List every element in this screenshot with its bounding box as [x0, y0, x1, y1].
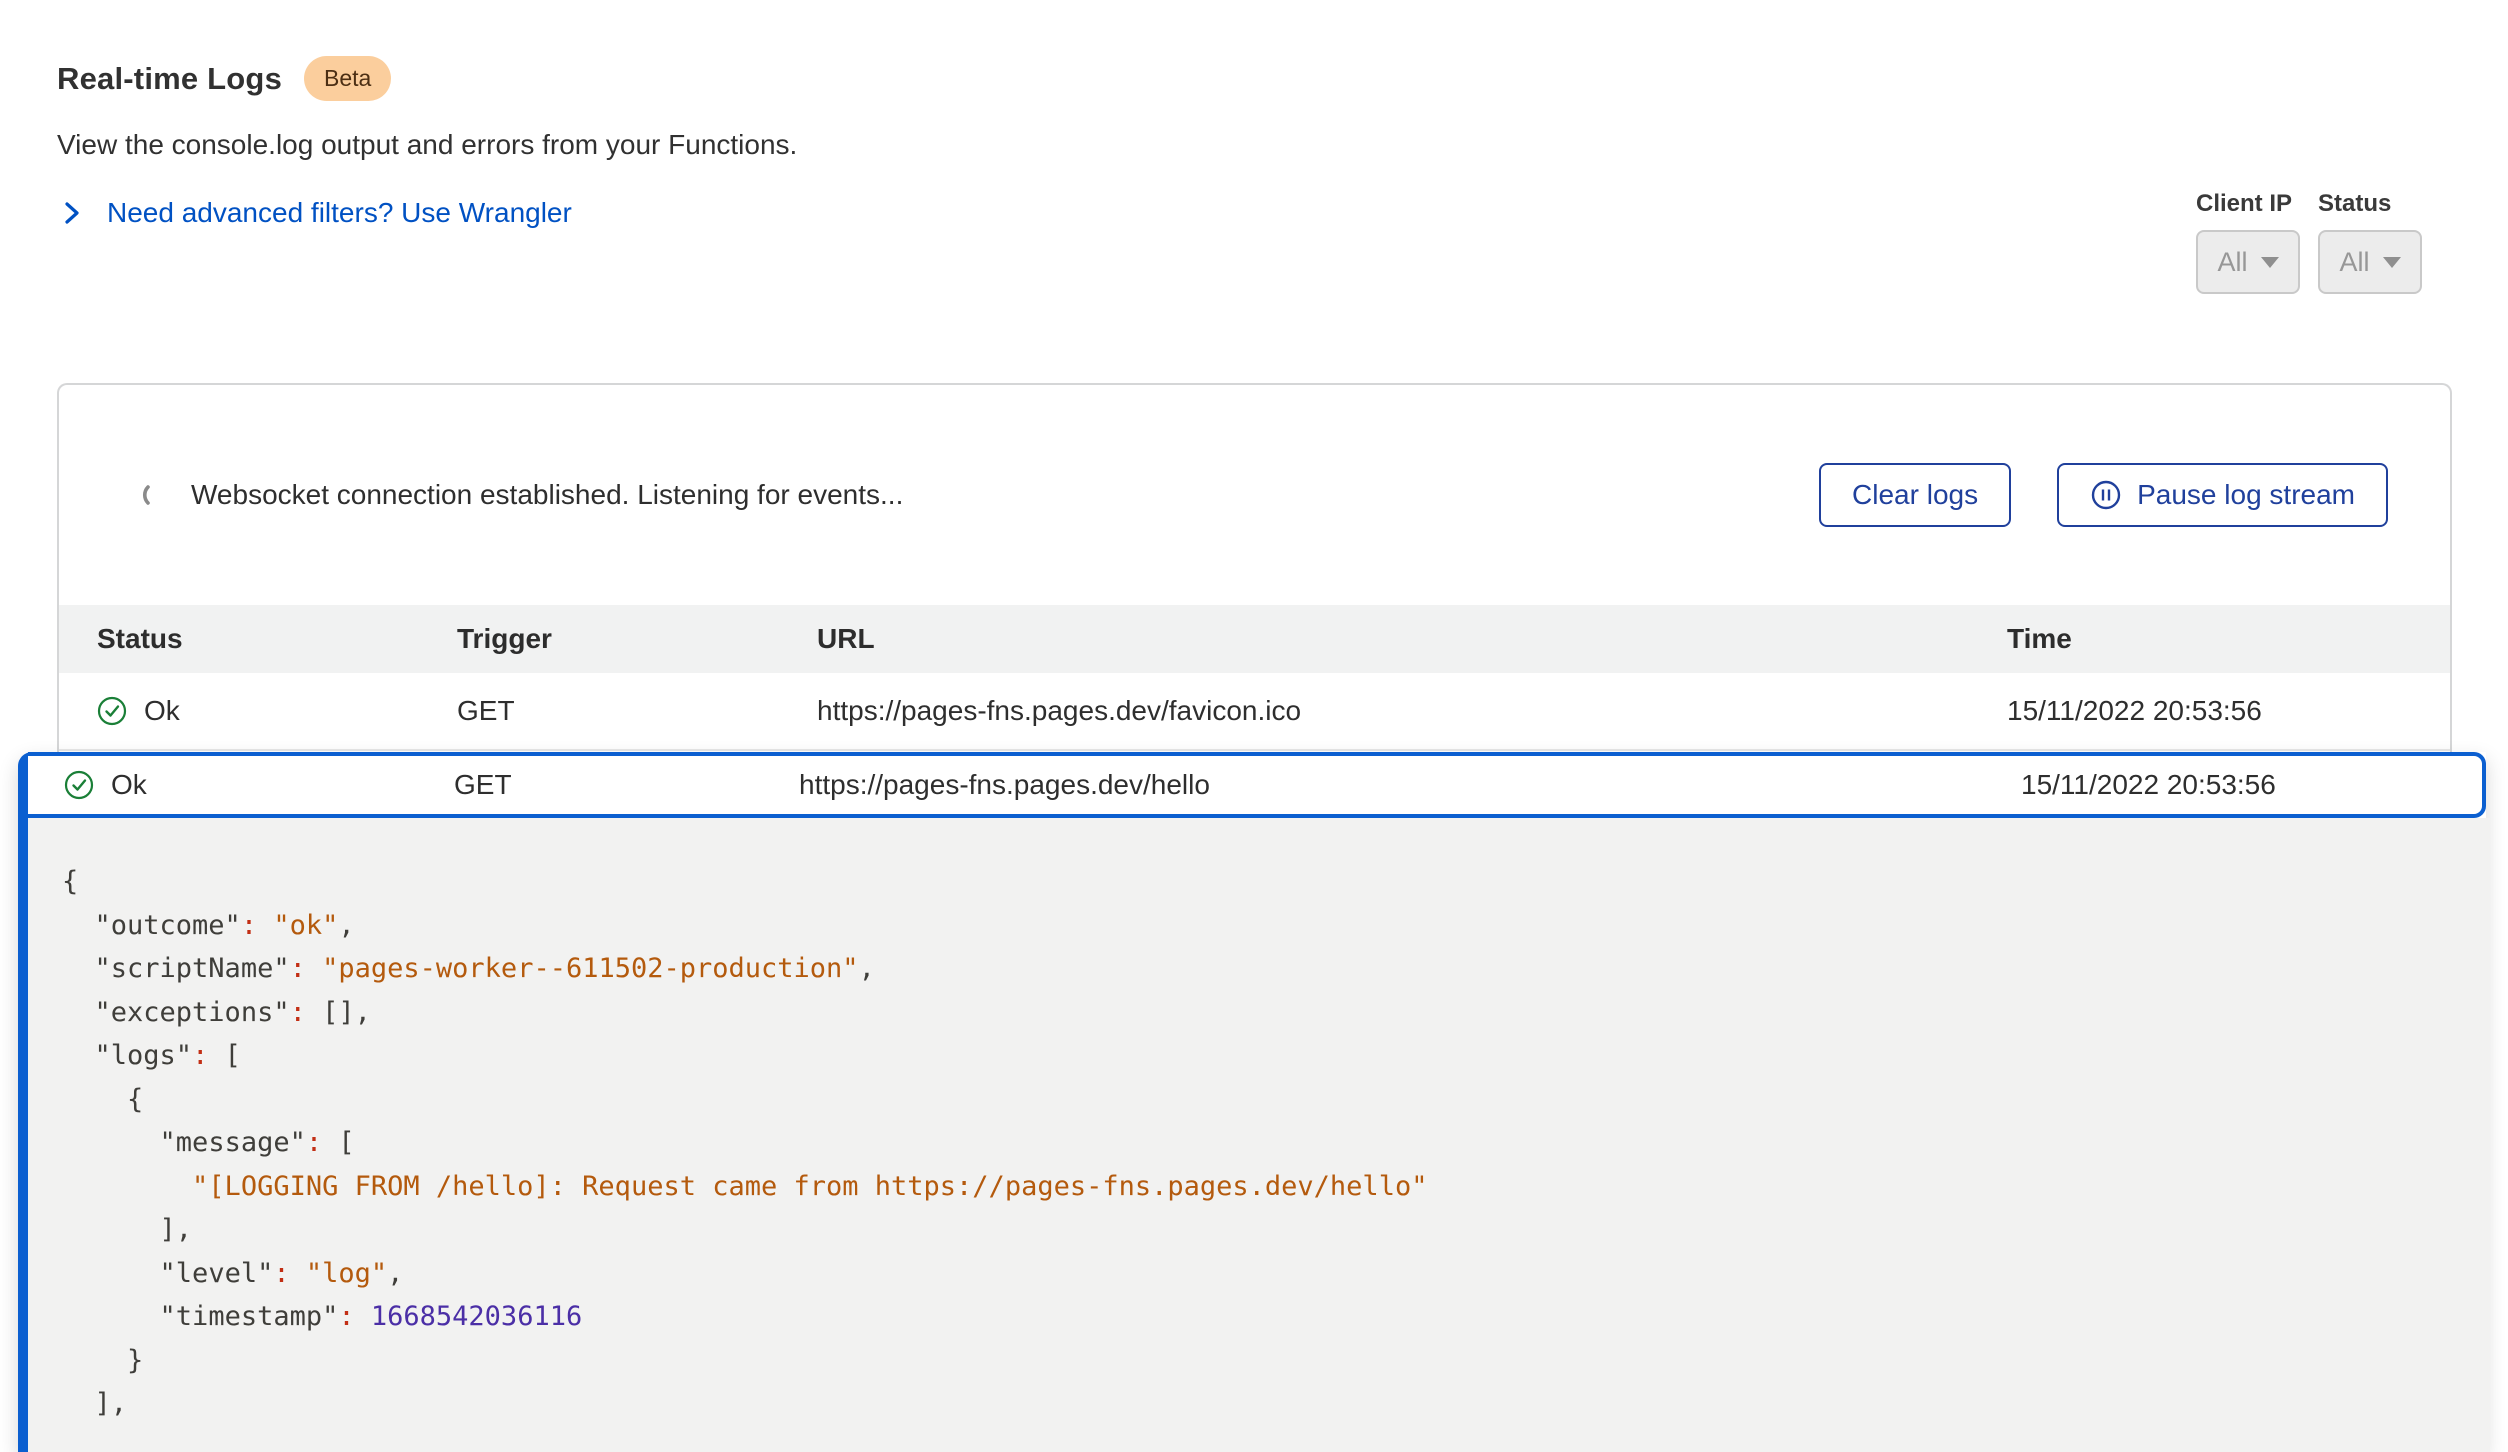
- client-ip-value: All: [2217, 247, 2247, 278]
- client-ip-label: Client IP: [2196, 190, 2300, 218]
- check-circle-icon: [97, 696, 127, 726]
- clear-logs-label: Clear logs: [1852, 479, 1978, 511]
- column-header-trigger: Trigger: [457, 623, 817, 655]
- filter-status: Status All: [2318, 190, 2422, 294]
- log-panel: Websocket connection established. Listen…: [57, 383, 2452, 759]
- expanded-log-entry: Ok GET https://pages-fns.pages.dev/hello…: [18, 752, 2486, 1452]
- caret-down-icon: [2261, 257, 2279, 268]
- log-time: 15/11/2022 20:53:56: [2007, 695, 2450, 727]
- clear-logs-button[interactable]: Clear logs: [1819, 463, 2011, 527]
- log-json-output: { "outcome": "ok", "scriptName": "pages-…: [62, 860, 2490, 1426]
- log-row-favicon[interactable]: Ok GET https://pages-fns.pages.dev/favic…: [59, 673, 2450, 751]
- check-circle-icon: [64, 770, 94, 800]
- column-header-status: Status: [97, 623, 457, 655]
- column-header-url: URL: [817, 623, 2007, 655]
- page-title: Real-time Logs: [57, 61, 282, 97]
- pause-log-stream-button[interactable]: Pause log stream: [2057, 463, 2388, 527]
- pause-log-stream-label: Pause log stream: [2137, 479, 2355, 511]
- wrangler-link-text[interactable]: Need advanced filters? Use Wrangler: [107, 197, 572, 229]
- client-ip-dropdown[interactable]: All: [2196, 230, 2300, 294]
- log-status: Ok: [144, 695, 180, 727]
- status-value: All: [2339, 247, 2369, 278]
- log-time: 15/11/2022 20:53:56: [2021, 769, 2482, 801]
- status-label: Status: [2318, 190, 2422, 218]
- page-subtitle: View the console.log output and errors f…: [57, 129, 797, 161]
- column-header-time: Time: [2007, 623, 2450, 655]
- log-trigger: GET: [454, 769, 799, 801]
- page-header: Real-time Logs Beta View the console.log…: [57, 56, 797, 229]
- status-dropdown[interactable]: All: [2318, 230, 2422, 294]
- spinner-icon: [141, 481, 169, 509]
- stream-status-message: Websocket connection established. Listen…: [191, 479, 903, 511]
- log-row-hello-selected[interactable]: Ok GET https://pages-fns.pages.dev/hello…: [28, 752, 2486, 818]
- caret-down-icon: [2383, 257, 2401, 268]
- log-url: https://pages-fns.pages.dev/hello: [799, 769, 2021, 801]
- log-filters: Client IP All Status All: [2196, 190, 2422, 294]
- log-status: Ok: [111, 769, 147, 801]
- log-detail-panel: { "outcome": "ok", "scriptName": "pages-…: [28, 818, 2490, 1452]
- pause-icon: [2090, 479, 2122, 511]
- log-trigger: GET: [457, 695, 817, 727]
- chevron-right-icon: [57, 199, 85, 227]
- stream-status-bar: Websocket connection established. Listen…: [59, 385, 2450, 605]
- beta-badge: Beta: [304, 56, 391, 101]
- wrangler-link[interactable]: Need advanced filters? Use Wrangler: [57, 197, 797, 229]
- log-table-header: Status Trigger URL Time: [59, 605, 2450, 673]
- log-url: https://pages-fns.pages.dev/favicon.ico: [817, 695, 2007, 727]
- filter-client-ip: Client IP All: [2196, 190, 2300, 294]
